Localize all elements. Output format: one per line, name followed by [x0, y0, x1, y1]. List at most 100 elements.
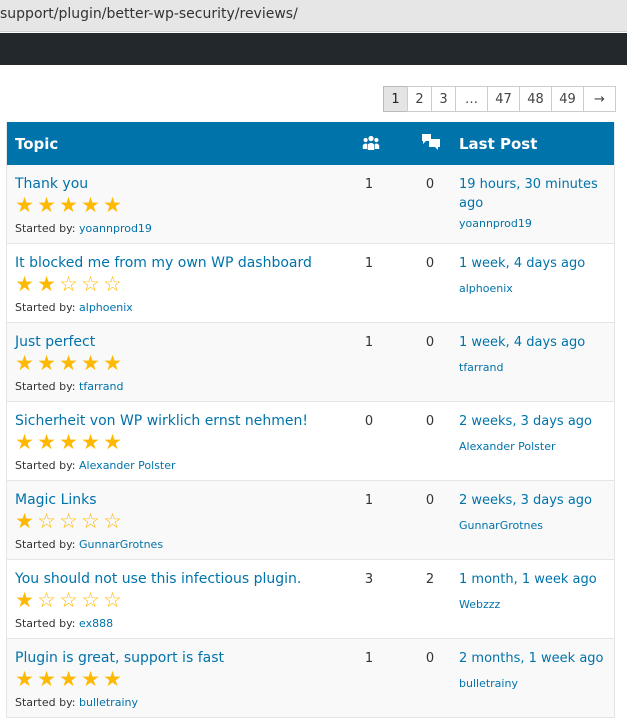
- replies-count: 0: [425, 335, 435, 350]
- pagination-ellipsis: …: [455, 86, 488, 112]
- star-filled-icon: ★: [15, 668, 34, 691]
- star-filled-icon: ★: [81, 431, 100, 454]
- topic-title-link[interactable]: Thank you: [15, 176, 88, 192]
- started-by: Started by: GunnarGrotnes: [15, 538, 163, 551]
- author-link[interactable]: alphoenix: [79, 301, 133, 314]
- star-rating: ★ ★ ★ ★ ★: [15, 431, 125, 454]
- star-empty-icon: ☆: [103, 273, 122, 296]
- table-row: It blocked me from my own WP dashboard ★ ★…: [7, 244, 614, 323]
- reviews-table: Topic Last Post Thank you ★ ★ ★ ★ ★ Started by…: [6, 122, 615, 718]
- last-post-link[interactable]: 2 weeks, 3 days ago: [459, 412, 609, 431]
- voices-count: 3: [364, 572, 374, 587]
- star-filled-icon: ★: [103, 194, 122, 217]
- star-rating: ★ ★ ★ ★ ★: [15, 194, 125, 217]
- started-by-label: Started by:: [15, 538, 76, 551]
- started-by: Started by: Alexander Polster: [15, 459, 176, 472]
- started-by: Started by: tfarrand: [15, 380, 124, 393]
- star-rating: ★ ☆ ☆ ☆ ☆: [15, 510, 125, 533]
- page-link-48[interactable]: 48: [519, 86, 552, 112]
- star-empty-icon: ☆: [81, 273, 100, 296]
- last-post-author-link[interactable]: GunnarGrotnes: [459, 519, 543, 532]
- star-empty-icon: ☆: [103, 589, 122, 612]
- star-filled-icon: ★: [103, 352, 122, 375]
- star-filled-icon: ★: [59, 352, 78, 375]
- topic-title-link[interactable]: It blocked me from my own WP dashboard: [15, 255, 312, 271]
- star-filled-icon: ★: [15, 273, 34, 296]
- browser-address-bar[interactable]: support/plugin/better-wp-security/review…: [0, 0, 627, 32]
- voices-count: 1: [364, 177, 374, 192]
- last-post-link[interactable]: 1 month, 1 week ago: [459, 570, 609, 589]
- table-row: Thank you ★ ★ ★ ★ ★ Started by: yoannprod19 1 0 1…: [7, 165, 614, 244]
- star-filled-icon: ★: [103, 431, 122, 454]
- topic-title-link[interactable]: Sicherheit von WP wirklich ernst nehmen!: [15, 413, 308, 429]
- star-rating: ★ ☆ ☆ ☆ ☆: [15, 589, 125, 612]
- url-text[interactable]: support/plugin/better-wp-security/review…: [0, 6, 298, 22]
- star-empty-icon: ☆: [103, 510, 122, 533]
- author-link[interactable]: ex888: [79, 617, 113, 630]
- star-empty-icon: ☆: [81, 510, 100, 533]
- star-rating: ★ ★ ★ ★ ★: [15, 668, 125, 691]
- replies-count: 0: [425, 414, 435, 429]
- page-link-47[interactable]: 47: [487, 86, 520, 112]
- speech-bubbles-icon: [421, 133, 441, 151]
- star-filled-icon: ★: [81, 194, 100, 217]
- star-filled-icon: ★: [15, 589, 34, 612]
- last-post-author-link[interactable]: bulletrainy: [459, 677, 518, 690]
- last-post-link[interactable]: 1 week, 4 days ago: [459, 333, 609, 352]
- star-rating: ★ ★ ☆ ☆ ☆: [15, 273, 125, 296]
- star-filled-icon: ★: [37, 668, 56, 691]
- voices-count: 1: [364, 651, 374, 666]
- page-link-49[interactable]: 49: [551, 86, 584, 112]
- last-post-author-link[interactable]: yoannprod19: [459, 217, 532, 230]
- last-post-link[interactable]: 19 hours, 30 minutes ago: [459, 175, 609, 213]
- star-empty-icon: ☆: [59, 589, 78, 612]
- star-empty-icon: ☆: [37, 510, 56, 533]
- author-link[interactable]: Alexander Polster: [79, 459, 176, 472]
- header-last-post[interactable]: Last Post: [459, 135, 537, 153]
- star-filled-icon: ★: [15, 431, 34, 454]
- star-rating: ★ ★ ★ ★ ★: [15, 352, 125, 375]
- last-post-author-link[interactable]: Webzzz: [459, 598, 500, 611]
- star-filled-icon: ★: [103, 668, 122, 691]
- author-link[interactable]: GunnarGrotnes: [79, 538, 163, 551]
- star-filled-icon: ★: [81, 668, 100, 691]
- started-by: Started by: ex888: [15, 617, 113, 630]
- star-empty-icon: ☆: [59, 510, 78, 533]
- star-filled-icon: ★: [59, 431, 78, 454]
- table-row: You should not use this infectious plugi…: [7, 560, 614, 639]
- replies-count: 0: [425, 493, 435, 508]
- replies-count: 0: [425, 256, 435, 271]
- next-page-button[interactable]: →: [583, 86, 616, 112]
- topic-title-link[interactable]: Magic Links: [15, 492, 97, 508]
- started-by: Started by: yoannprod19: [15, 222, 152, 235]
- star-filled-icon: ★: [15, 194, 34, 217]
- started-by: Started by: bulletrainy: [15, 696, 138, 709]
- star-filled-icon: ★: [15, 352, 34, 375]
- last-post-author-link[interactable]: alphoenix: [459, 282, 513, 295]
- topic-title-link[interactable]: You should not use this infectious plugi…: [15, 571, 301, 587]
- author-link[interactable]: yoannprod19: [79, 222, 152, 235]
- star-empty-icon: ☆: [81, 589, 100, 612]
- page-link-3[interactable]: 3: [431, 86, 456, 112]
- voices-count: 1: [364, 493, 374, 508]
- topic-title-link[interactable]: Plugin is great, support is fast: [15, 650, 224, 666]
- topic-title-link[interactable]: Just perfect: [15, 334, 95, 350]
- last-post-author-link[interactable]: Alexander Polster: [459, 440, 556, 453]
- last-post-author-link[interactable]: tfarrand: [459, 361, 503, 374]
- page-link-2[interactable]: 2: [407, 86, 432, 112]
- last-post-link[interactable]: 2 weeks, 3 days ago: [459, 491, 609, 510]
- voices-count: 1: [364, 335, 374, 350]
- page-link-1[interactable]: 1: [383, 86, 408, 112]
- voices-count: 0: [364, 414, 374, 429]
- star-filled-icon: ★: [37, 431, 56, 454]
- author-link[interactable]: bulletrainy: [79, 696, 138, 709]
- author-link[interactable]: tfarrand: [79, 380, 123, 393]
- last-post-link[interactable]: 1 week, 4 days ago: [459, 254, 609, 273]
- started-by-label: Started by:: [15, 696, 76, 709]
- table-row: Sicherheit von WP wirklich ernst nehmen!…: [7, 402, 614, 481]
- star-filled-icon: ★: [37, 352, 56, 375]
- star-empty-icon: ☆: [59, 273, 78, 296]
- last-post-link[interactable]: 2 months, 1 week ago: [459, 649, 609, 668]
- replies-count: 0: [425, 177, 435, 192]
- header-topic[interactable]: Topic: [15, 135, 58, 153]
